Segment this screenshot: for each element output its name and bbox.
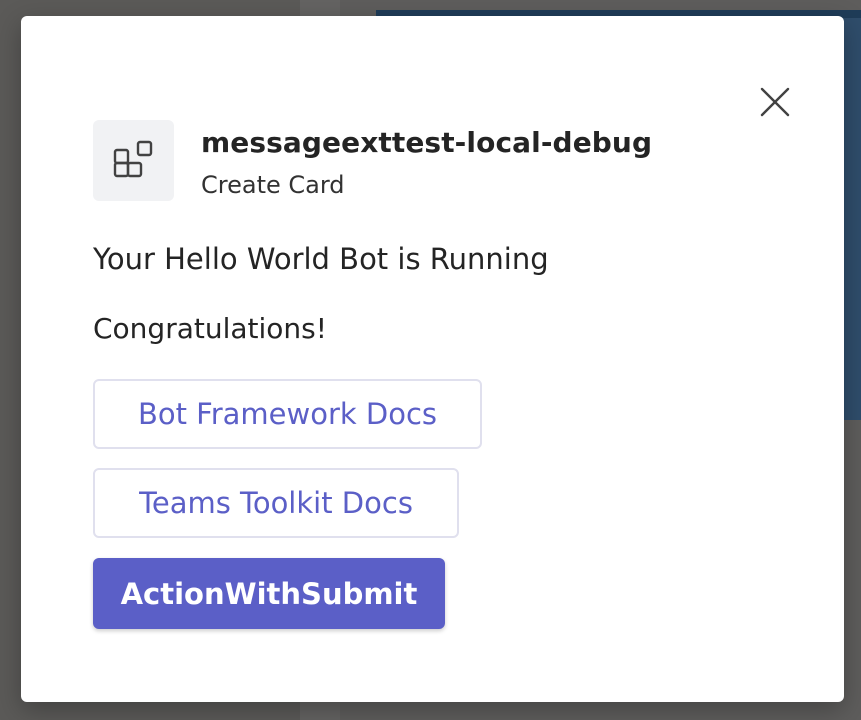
teams-toolkit-docs-button[interactable]: Teams Toolkit Docs: [93, 468, 459, 538]
task-module-dialog: messageexttest-local-debug Create Card Y…: [21, 16, 844, 702]
app-title: messageexttest-local-debug: [201, 126, 653, 159]
bot-framework-docs-button[interactable]: Bot Framework Docs: [93, 379, 482, 449]
close-icon: [760, 87, 790, 117]
app-icon-container: [93, 120, 174, 201]
apps-icon: [113, 140, 152, 177]
card-text: Congratulations!: [93, 312, 327, 345]
action-with-submit-button[interactable]: ActionWithSubmit: [93, 558, 445, 629]
close-button[interactable]: [755, 82, 795, 122]
card-heading: Your Hello World Bot is Running: [93, 242, 549, 276]
command-title: Create Card: [201, 171, 345, 199]
